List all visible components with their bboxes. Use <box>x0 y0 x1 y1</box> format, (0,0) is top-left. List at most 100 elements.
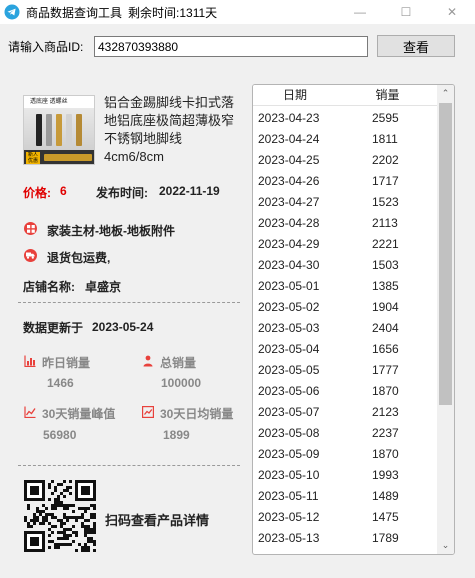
cell-date: 2023-05-06 <box>258 383 320 398</box>
cell-sales: 1475 <box>372 509 399 524</box>
avg30-label: 30天日均销量 <box>160 407 234 421</box>
scroll-down-arrow-icon[interactable]: ⌄ <box>437 537 454 554</box>
section-divider <box>18 302 240 303</box>
product-id-input[interactable] <box>94 36 368 57</box>
thumb-strip <box>36 114 42 146</box>
table-row[interactable]: 2023-05-12 1475 <box>253 506 438 527</box>
table-row[interactable]: 2023-05-03 2404 <box>253 317 438 338</box>
cell-date: 2023-05-07 <box>258 404 320 419</box>
cell-sales: 1870 <box>372 446 399 461</box>
table-row[interactable]: 2023-04-27 1523 <box>253 191 438 212</box>
cell-date: 2023-04-29 <box>258 236 320 251</box>
cell-date: 2023-05-11 <box>258 488 319 503</box>
table-row[interactable]: 2023-05-04 1656 <box>253 338 438 359</box>
yesterday-sales-label: 昨日销量 <box>42 356 91 370</box>
table-row[interactable]: 2023-05-02 1904 <box>253 296 438 317</box>
thumb-strip <box>46 114 52 146</box>
cell-date: 2023-04-27 <box>258 194 320 209</box>
trend-chart-icon <box>142 406 154 418</box>
table-row[interactable]: 2023-05-08 2237 <box>253 422 438 443</box>
cell-sales: 1489 <box>372 488 399 503</box>
line-chart-icon <box>24 406 36 418</box>
qr-code[interactable] <box>23 480 97 552</box>
section-divider <box>18 465 240 466</box>
table-row[interactable]: 2023-04-23 2595 <box>253 107 438 128</box>
thumb-banner <box>44 154 92 161</box>
cell-date: 2023-04-25 <box>258 152 320 167</box>
remaining-label: 剩余时间: <box>128 5 180 20</box>
cell-sales: 1656 <box>372 341 399 356</box>
product-title: 铝合金踢脚线卡扣式落地铝底座极简超薄极窄不锈钢地脚线4cm6/8cm <box>104 95 235 164</box>
table-row[interactable]: 2023-05-05 1777 <box>253 359 438 380</box>
cell-date: 2023-05-12 <box>258 509 320 524</box>
cell-sales: 1385 <box>372 278 399 293</box>
column-header-sales[interactable]: 销量 <box>337 85 438 105</box>
table-row[interactable]: 2023-05-11 1489 <box>253 485 438 506</box>
cell-sales: 1717 <box>372 173 399 188</box>
search-label: 请输入商品ID: <box>8 40 84 54</box>
table-row[interactable]: 2023-04-30 1503 <box>253 254 438 275</box>
category-path: 家装主材-地板-地板附件 <box>47 224 175 238</box>
thumb-strip <box>66 114 72 146</box>
column-header-date[interactable]: 日期 <box>253 85 337 105</box>
cell-sales: 2404 <box>372 320 399 335</box>
close-button[interactable]: ✕ <box>429 0 475 24</box>
minimize-button[interactable]: — <box>337 0 383 24</box>
total-sales-label: 总销量 <box>160 356 197 370</box>
title-bar: 商品数据查询工具 剩余时间:1311天 — ☐ ✕ <box>0 0 475 24</box>
price-label: 价格: <box>23 186 51 200</box>
shop-name: 卓盛京 <box>85 280 122 294</box>
maximize-button[interactable]: ☐ <box>383 0 429 24</box>
cell-date: 2023-04-24 <box>258 131 320 146</box>
cell-date: 2023-04-28 <box>258 215 320 230</box>
update-date: 2023-05-24 <box>92 320 154 334</box>
cell-date: 2023-05-08 <box>258 425 320 440</box>
bar-chart-icon <box>24 355 36 367</box>
cell-sales: 2221 <box>372 236 399 251</box>
cell-date: 2023-04-30 <box>258 257 320 272</box>
table-row[interactable]: 2023-05-09 1870 <box>253 443 438 464</box>
truck-icon <box>24 249 37 262</box>
return-policy: 退货包运费, <box>47 251 111 265</box>
table-row[interactable]: 2023-05-07 2123 <box>253 401 438 422</box>
cell-date: 2023-05-09 <box>258 446 320 461</box>
table-row[interactable]: 2023-04-25 2202 <box>253 149 438 170</box>
table-row[interactable]: 2023-04-26 1717 <box>253 170 438 191</box>
cell-sales: 2123 <box>372 404 399 419</box>
cell-sales: 1777 <box>372 362 399 377</box>
table-row[interactable]: 2023-05-10 1993 <box>253 464 438 485</box>
cell-date: 2023-04-26 <box>258 173 320 188</box>
publish-label: 发布时间: <box>96 186 148 200</box>
cell-date: 2023-05-05 <box>258 362 320 377</box>
grid-icon <box>24 222 37 235</box>
cell-date: 2023-05-10 <box>258 467 320 482</box>
cell-sales: 1811 <box>372 131 398 146</box>
daily-sales-table[interactable]: 日期 销量 2023-04-23 2595 2023-04-24 1811 2023-0… <box>252 84 455 555</box>
table-row[interactable]: 2023-04-28 2113 <box>253 212 438 233</box>
table-header: 日期 销量 <box>253 85 438 106</box>
cell-sales: 1789 <box>372 530 399 545</box>
table-row[interactable]: 2023-05-06 1870 <box>253 380 438 401</box>
vertical-scrollbar[interactable]: ⌃ ⌄ <box>437 85 454 554</box>
app-name: 商品数据查询工具 <box>26 5 123 20</box>
publish-value: 2022-11-19 <box>159 184 220 198</box>
telegram-icon <box>4 4 20 20</box>
cell-sales: 2595 <box>372 110 399 125</box>
scrollbar-thumb[interactable] <box>439 103 452 405</box>
peak30-value: 56980 <box>43 428 77 442</box>
scroll-up-arrow-icon[interactable]: ⌃ <box>437 85 454 102</box>
table-row[interactable]: 2023-04-24 1811 <box>253 128 438 149</box>
cell-date: 2023-05-02 <box>258 299 320 314</box>
table-row[interactable]: 2023-05-13 1789 <box>253 527 438 548</box>
cell-date: 2023-05-01 <box>258 278 320 293</box>
table-row[interactable]: 2023-05-01 1385 <box>253 275 438 296</box>
cell-date: 2023-05-13 <box>258 530 320 545</box>
thumb-strip <box>56 114 62 146</box>
price-value: 6 <box>60 184 67 198</box>
view-button[interactable]: 查看 <box>377 35 455 57</box>
cell-sales: 2237 <box>372 425 399 440</box>
product-image: 透底座 透螺丝 新人优惠 <box>23 95 95 165</box>
yesterday-sales-value: 1466 <box>47 376 74 390</box>
cell-sales: 1993 <box>372 467 399 482</box>
table-row[interactable]: 2023-04-29 2221 <box>253 233 438 254</box>
